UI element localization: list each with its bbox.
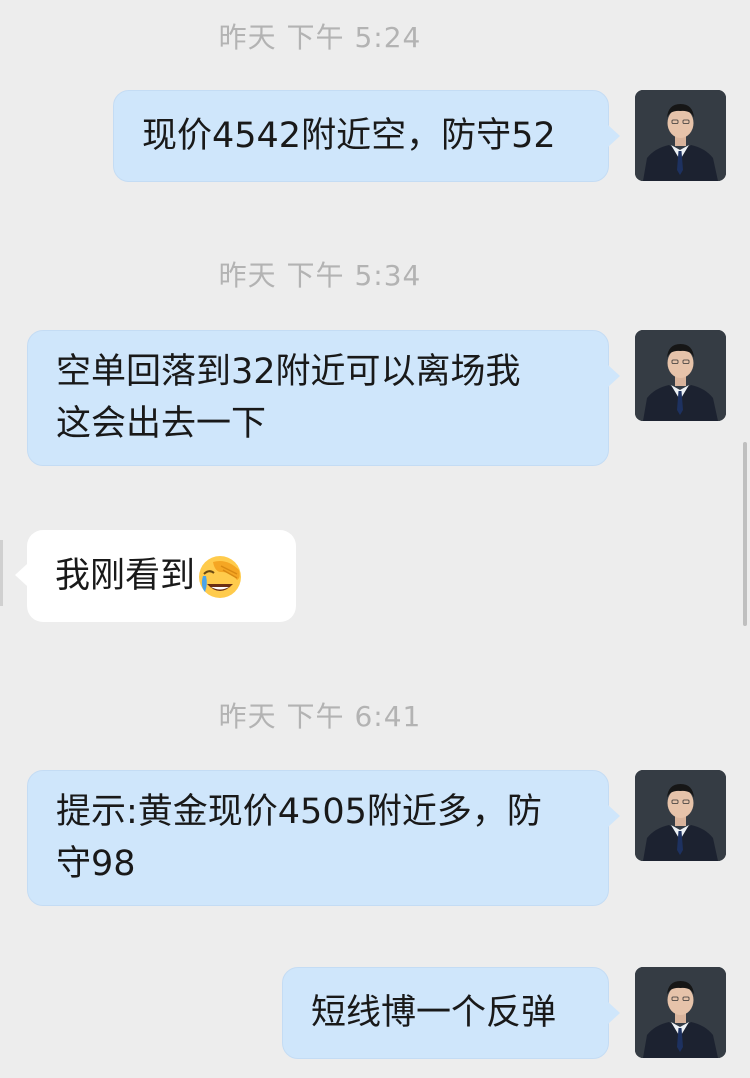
message-bubble-incoming[interactable]: 我刚看到 xyxy=(15,530,296,622)
message-line: 提示:黄金现价4505附近多，防 xyxy=(56,792,542,832)
message-text: 空单回落到32附近可以离场我 这会出去一下 xyxy=(56,346,521,450)
message-line: 空单回落到32附近可以离场我 xyxy=(56,352,521,392)
scrollbar[interactable] xyxy=(743,442,747,626)
message-bubble-outgoing[interactable]: 短线博一个反弹 xyxy=(282,967,620,1059)
user-avatar-icon[interactable] xyxy=(635,330,726,421)
timestamp: 昨天 下午 6:41 xyxy=(218,700,422,733)
user-avatar-icon[interactable] xyxy=(635,967,726,1058)
message-line: 这会出去一下 xyxy=(56,404,267,444)
message-bubble-outgoing[interactable]: 提示:黄金现价4505附近多，防 守98 xyxy=(27,770,620,906)
timestamp: 昨天 下午 5:24 xyxy=(218,21,422,54)
message-line: 守98 xyxy=(56,844,136,884)
message-text: 提示:黄金现价4505附近多，防 守98 xyxy=(56,786,542,890)
message-text: 我刚看到 xyxy=(55,550,243,602)
message-bubble-outgoing[interactable]: 现价4542附近空，防守52 xyxy=(113,90,620,182)
user-avatar-icon[interactable] xyxy=(635,770,726,861)
facepalm-crying-emoji xyxy=(199,556,242,598)
message-text: 短线博一个反弹 xyxy=(311,993,557,1033)
avatar-edge xyxy=(0,540,3,606)
message-text: 现价4542附近空，防守52 xyxy=(142,116,556,156)
chat-area: 昨天 下午 5:24 现价4542附近空，防守52 昨天 下午 5:34 空单回… xyxy=(0,0,750,1078)
user-avatar-icon[interactable] xyxy=(635,90,726,181)
message-bubble-outgoing[interactable]: 空单回落到32附近可以离场我 这会出去一下 xyxy=(27,330,620,466)
message-label: 我刚看到 xyxy=(55,556,196,596)
timestamp: 昨天 下午 5:34 xyxy=(218,259,422,292)
